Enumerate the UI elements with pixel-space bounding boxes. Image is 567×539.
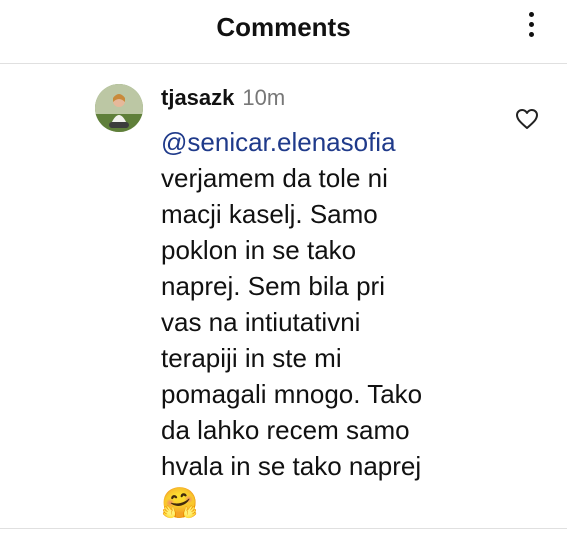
comment-line: hvala in se tako naprej bbox=[161, 451, 422, 481]
divider bbox=[0, 528, 567, 529]
username[interactable]: tjasazk bbox=[161, 85, 234, 110]
comment-line: poklon in se tako bbox=[161, 235, 357, 265]
mention-link[interactable]: @senicar.elenasofia bbox=[161, 124, 491, 160]
comment-body: @senicar.elenasofia verjamem da tole ni … bbox=[161, 124, 491, 524]
avatar[interactable] bbox=[95, 84, 143, 132]
heart-icon[interactable] bbox=[515, 108, 539, 130]
page-title: Comments bbox=[216, 12, 351, 42]
comments-header: Comments bbox=[0, 0, 567, 64]
menu-dot bbox=[528, 22, 534, 27]
menu-dot bbox=[528, 12, 534, 17]
comment-line: macji kaselj. Samo bbox=[161, 199, 378, 229]
more-vertical-icon[interactable] bbox=[525, 12, 537, 44]
comment-meta: tjasazk 10m bbox=[161, 84, 285, 112]
comment-line: verjamem da tole ni bbox=[161, 163, 388, 193]
comment-line: naprej. Sem bila pri bbox=[161, 271, 385, 301]
hugging-face-emoji-icon: 🤗 bbox=[161, 487, 199, 520]
comment-line: vas na intiutativni bbox=[161, 307, 361, 337]
avatar-image bbox=[95, 84, 143, 132]
timestamp: 10m bbox=[242, 85, 286, 110]
comment-line: terapiji in ste mi bbox=[161, 343, 342, 373]
heart-icon-graphic bbox=[516, 109, 538, 129]
comment-line: da lahko recem samo bbox=[161, 415, 410, 445]
comment-item: tjasazk 10m @senicar.elenasofia verjamem … bbox=[0, 64, 567, 528]
comment-line: pomagali mnogo. Tako bbox=[161, 379, 423, 409]
menu-dot bbox=[528, 32, 534, 37]
